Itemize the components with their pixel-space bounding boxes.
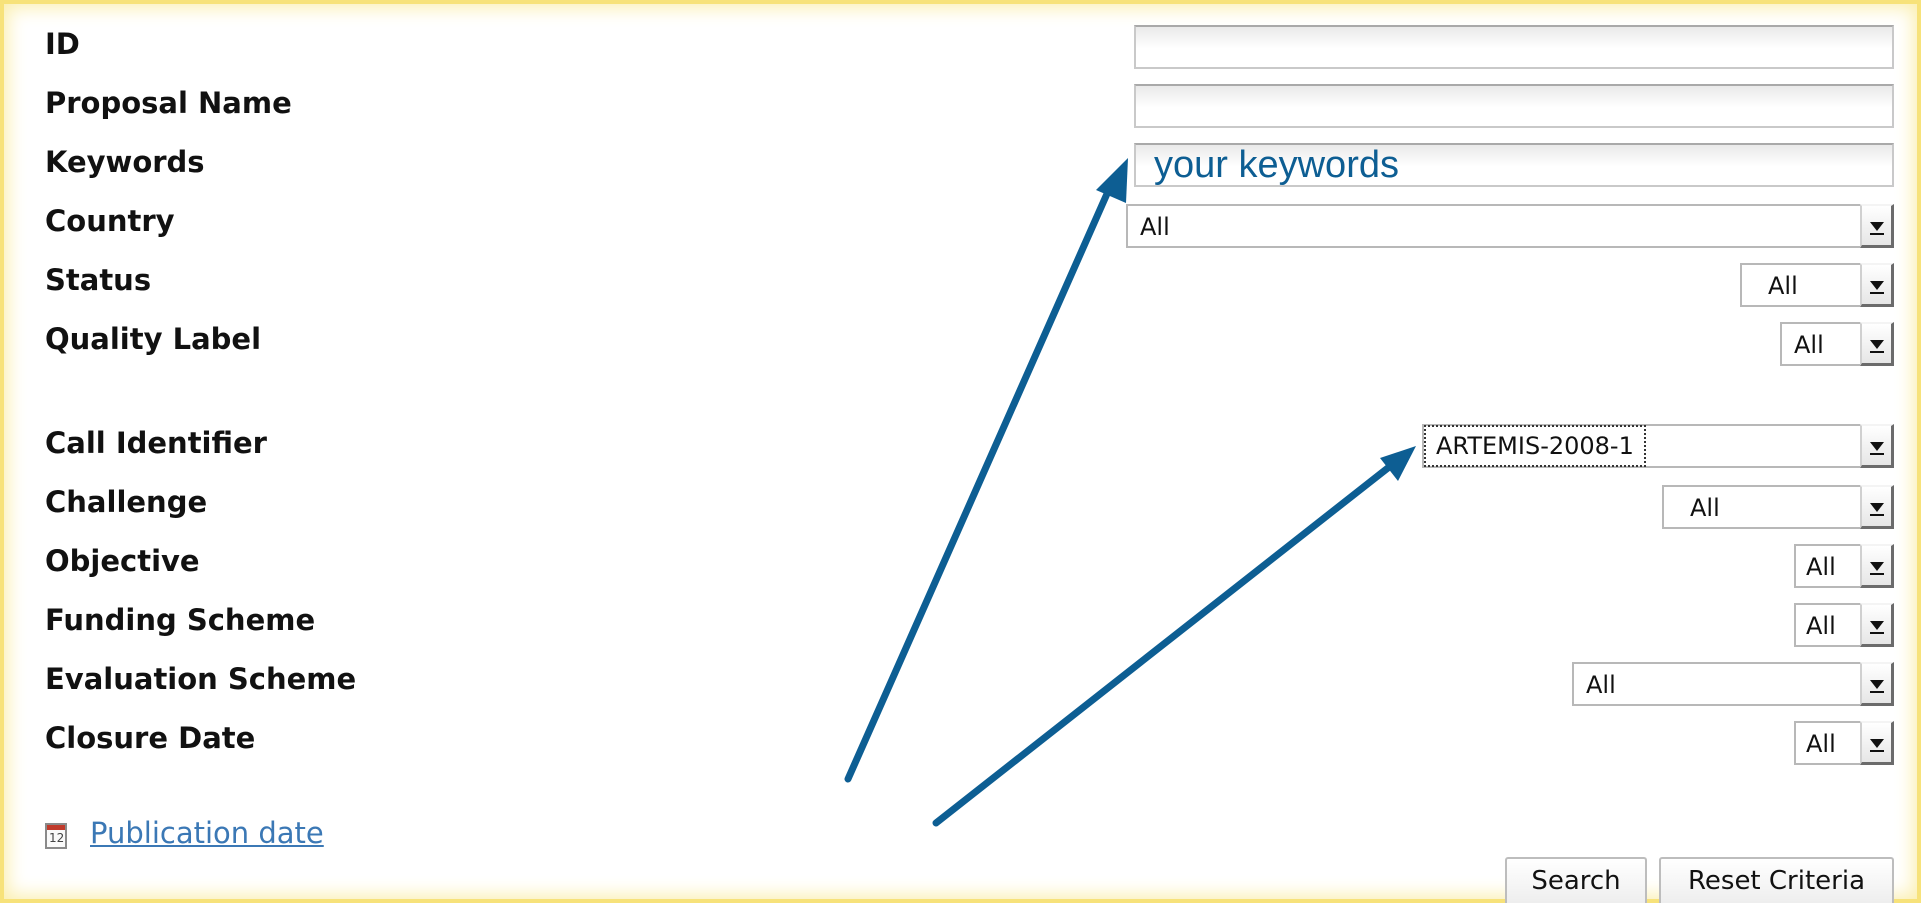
label-closure-date: Closure Date — [45, 721, 256, 755]
chevron-down-icon — [1860, 204, 1894, 248]
quality-label-select-value: All — [1794, 331, 1824, 359]
call-identifier-select-value: ARTEMIS-2008-1 — [1424, 425, 1646, 467]
funding-scheme-select[interactable]: All — [1794, 603, 1894, 647]
id-input[interactable] — [1134, 25, 1894, 69]
status-select[interactable]: All — [1740, 263, 1894, 307]
label-challenge: Challenge — [45, 485, 208, 519]
proposal-name-input[interactable] — [1134, 84, 1894, 128]
label-evaluation-scheme: Evaluation Scheme — [45, 662, 357, 696]
evaluation-scheme-select-value: All — [1586, 671, 1616, 699]
chevron-down-icon — [1860, 485, 1894, 529]
country-select-value: All — [1140, 213, 1170, 241]
label-status: Status — [45, 263, 152, 297]
label-objective: Objective — [45, 544, 200, 578]
chevron-down-icon — [1860, 662, 1894, 706]
label-keywords: Keywords — [45, 145, 205, 179]
status-select-value: All — [1768, 272, 1798, 300]
challenge-select-value: All — [1690, 494, 1720, 522]
funding-scheme-select-value: All — [1806, 612, 1836, 640]
objective-select-value: All — [1806, 553, 1836, 581]
label-country: Country — [45, 204, 175, 238]
chevron-down-icon — [1860, 263, 1894, 307]
country-select[interactable]: All — [1126, 204, 1894, 248]
chevron-down-icon — [1860, 544, 1894, 588]
challenge-select[interactable]: All — [1662, 485, 1894, 529]
label-proposal-name: Proposal Name — [45, 86, 292, 120]
arrow-to-call-identifier — [932, 446, 1416, 827]
label-id: ID — [45, 27, 80, 61]
label-call-identifier: Call Identifier — [45, 426, 267, 460]
quality-label-select[interactable]: All — [1780, 322, 1894, 366]
chevron-down-icon — [1860, 322, 1894, 366]
closure-date-select[interactable]: All — [1794, 721, 1894, 765]
keywords-input[interactable]: your keywords — [1134, 143, 1894, 187]
arrow-to-keywords — [844, 158, 1128, 783]
label-funding-scheme: Funding Scheme — [45, 603, 316, 637]
reset-criteria-button[interactable]: Reset Criteria — [1659, 857, 1894, 903]
evaluation-scheme-select[interactable]: All — [1572, 662, 1894, 706]
chevron-down-icon — [1860, 603, 1894, 647]
call-identifier-select[interactable]: ARTEMIS-2008-1 — [1422, 424, 1894, 468]
publication-date-link[interactable]: Publication date — [90, 815, 324, 851]
chevron-down-icon — [1860, 721, 1894, 765]
closure-date-select-value: All — [1806, 730, 1836, 758]
search-form: ID Proposal Name Keywords Country Status… — [0, 0, 1921, 903]
objective-select[interactable]: All — [1794, 544, 1894, 588]
calendar-icon: 12 — [45, 823, 67, 849]
label-quality-label: Quality Label — [45, 322, 262, 356]
search-button[interactable]: Search — [1505, 857, 1647, 903]
chevron-down-icon — [1860, 424, 1894, 468]
calendar-icon-text: 12 — [49, 831, 65, 845]
keywords-input-value: your keywords — [1154, 144, 1399, 186]
